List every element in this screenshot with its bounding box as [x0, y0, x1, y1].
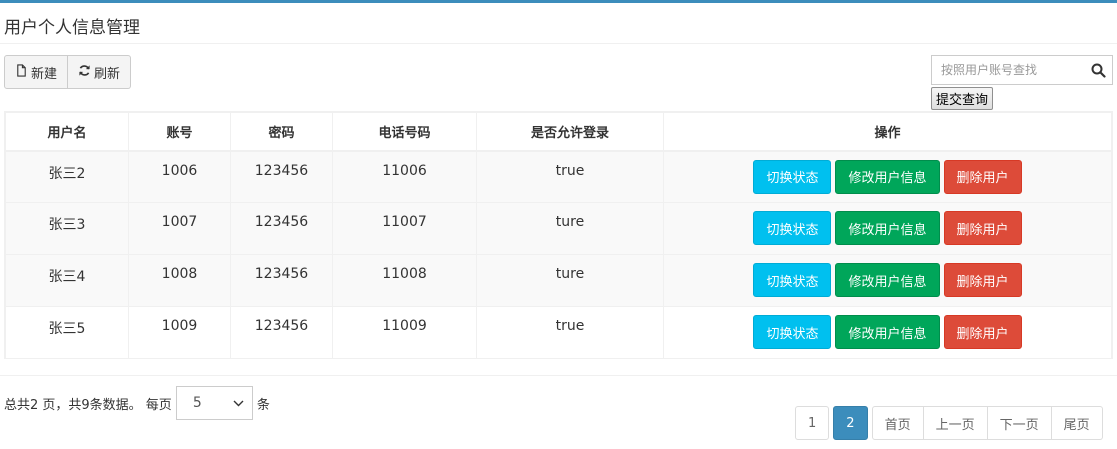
last-page-button[interactable]: 尾页	[1051, 406, 1103, 440]
cell-actions: 切换状态 修改用户信息 删除用户	[663, 306, 1112, 359]
cell-phone: 11008	[332, 254, 477, 307]
page-size-select[interactable]: 5	[175, 386, 253, 420]
cell-allow-login: true	[476, 150, 664, 203]
page-size-value: 5	[192, 395, 202, 411]
cell-account: 1008	[128, 254, 231, 307]
refresh-button[interactable]: 刷新	[68, 55, 132, 89]
page-info: 总共2 页，共9条数据。 每页 5 条	[4, 386, 270, 420]
new-button-label: 新建	[31, 66, 58, 82]
cell-password: 123456	[230, 202, 333, 255]
refresh-icon	[78, 64, 91, 81]
cell-username: 张三2	[5, 150, 129, 203]
prev-page-button[interactable]: 上一页	[923, 406, 988, 440]
next-page-button[interactable]: 下一页	[987, 406, 1052, 440]
column-header-allow-login: 是否允许登录	[476, 112, 664, 152]
submit-search-button[interactable]: 提交查询	[931, 87, 994, 110]
cell-username: 张三3	[5, 202, 129, 255]
toolbar: 新建 刷新	[4, 55, 132, 89]
cell-username: 张三4	[5, 254, 129, 307]
cell-account: 1007	[128, 202, 231, 255]
cell-account: 1009	[128, 306, 231, 359]
cell-actions: 切换状态 修改用户信息 删除用户	[663, 202, 1112, 255]
search-icon[interactable]	[1084, 56, 1112, 84]
delete-user-button[interactable]: 删除用户	[943, 211, 1022, 245]
column-header-username: 用户名	[5, 112, 129, 152]
cell-allow-login: ture	[476, 202, 664, 255]
toggle-status-button[interactable]: 切换状态	[753, 263, 832, 297]
page-number-1[interactable]: 1	[795, 406, 830, 440]
table-header-row: 用户名 账号 密码 电话号码 是否允许登录 操作	[5, 112, 1112, 152]
edit-user-button[interactable]: 修改用户信息	[835, 263, 940, 297]
delete-user-button[interactable]: 删除用户	[943, 263, 1022, 297]
toggle-status-button[interactable]: 切换状态	[753, 159, 832, 194]
pagination: 1 2 首页 上一页 下一页 尾页	[795, 406, 1103, 440]
table-row: 张三2 1006 123456 11006 true 切换状态 修改用户信息 删…	[5, 150, 1112, 203]
page-number-2[interactable]: 2	[833, 406, 868, 440]
cell-password: 123456	[230, 150, 333, 203]
cell-phone: 11006	[332, 150, 477, 203]
page-size-unit: 条	[256, 397, 270, 413]
edit-user-button[interactable]: 修改用户信息	[835, 211, 940, 245]
delete-user-button[interactable]: 删除用户	[943, 315, 1022, 349]
user-table: 用户名 账号 密码 电话号码 是否允许登录 操作 张三2 1006 123456…	[4, 111, 1113, 359]
cell-password: 123456	[230, 306, 333, 359]
cell-actions: 切换状态 修改用户信息 删除用户	[663, 150, 1112, 203]
column-header-password: 密码	[230, 112, 333, 152]
toggle-status-button[interactable]: 切换状态	[753, 211, 832, 245]
edit-user-button[interactable]: 修改用户信息	[835, 159, 940, 194]
footer-divider	[0, 375, 1117, 376]
edit-user-button[interactable]: 修改用户信息	[835, 315, 940, 349]
cell-actions: 切换状态 修改用户信息 删除用户	[663, 254, 1112, 307]
column-header-actions: 操作	[663, 112, 1112, 152]
cell-account: 1006	[128, 150, 231, 203]
cell-password: 123456	[230, 254, 333, 307]
page-summary: 总共2 页，共9条数据。 每页	[4, 397, 172, 413]
table-row: 张三3 1007 123456 11007 ture 切换状态 修改用户信息 删…	[5, 202, 1112, 255]
table-row: 张三4 1008 123456 11008 ture 切换状态 修改用户信息 删…	[5, 254, 1112, 307]
cell-allow-login: true	[476, 306, 664, 359]
cell-username: 张三5	[5, 306, 129, 359]
first-page-button[interactable]: 首页	[871, 406, 924, 440]
column-header-phone: 电话号码	[332, 112, 477, 152]
cell-phone: 11009	[332, 306, 477, 359]
cell-allow-login: ture	[476, 254, 664, 307]
cell-phone: 11007	[332, 202, 477, 255]
delete-user-button[interactable]: 删除用户	[943, 159, 1022, 194]
title-divider	[0, 43, 1117, 44]
page-title: 用户个人信息管理	[4, 18, 140, 38]
new-button[interactable]: 新建	[4, 55, 69, 89]
file-icon	[15, 63, 28, 81]
column-header-account: 账号	[128, 112, 231, 152]
chevron-down-icon	[233, 395, 244, 411]
search-box	[931, 55, 1113, 85]
refresh-button-label: 刷新	[94, 66, 121, 82]
toggle-status-button[interactable]: 切换状态	[753, 315, 832, 349]
search-input[interactable]	[932, 56, 1084, 84]
table-row: 张三5 1009 123456 11009 true 切换状态 修改用户信息 删…	[5, 306, 1112, 359]
